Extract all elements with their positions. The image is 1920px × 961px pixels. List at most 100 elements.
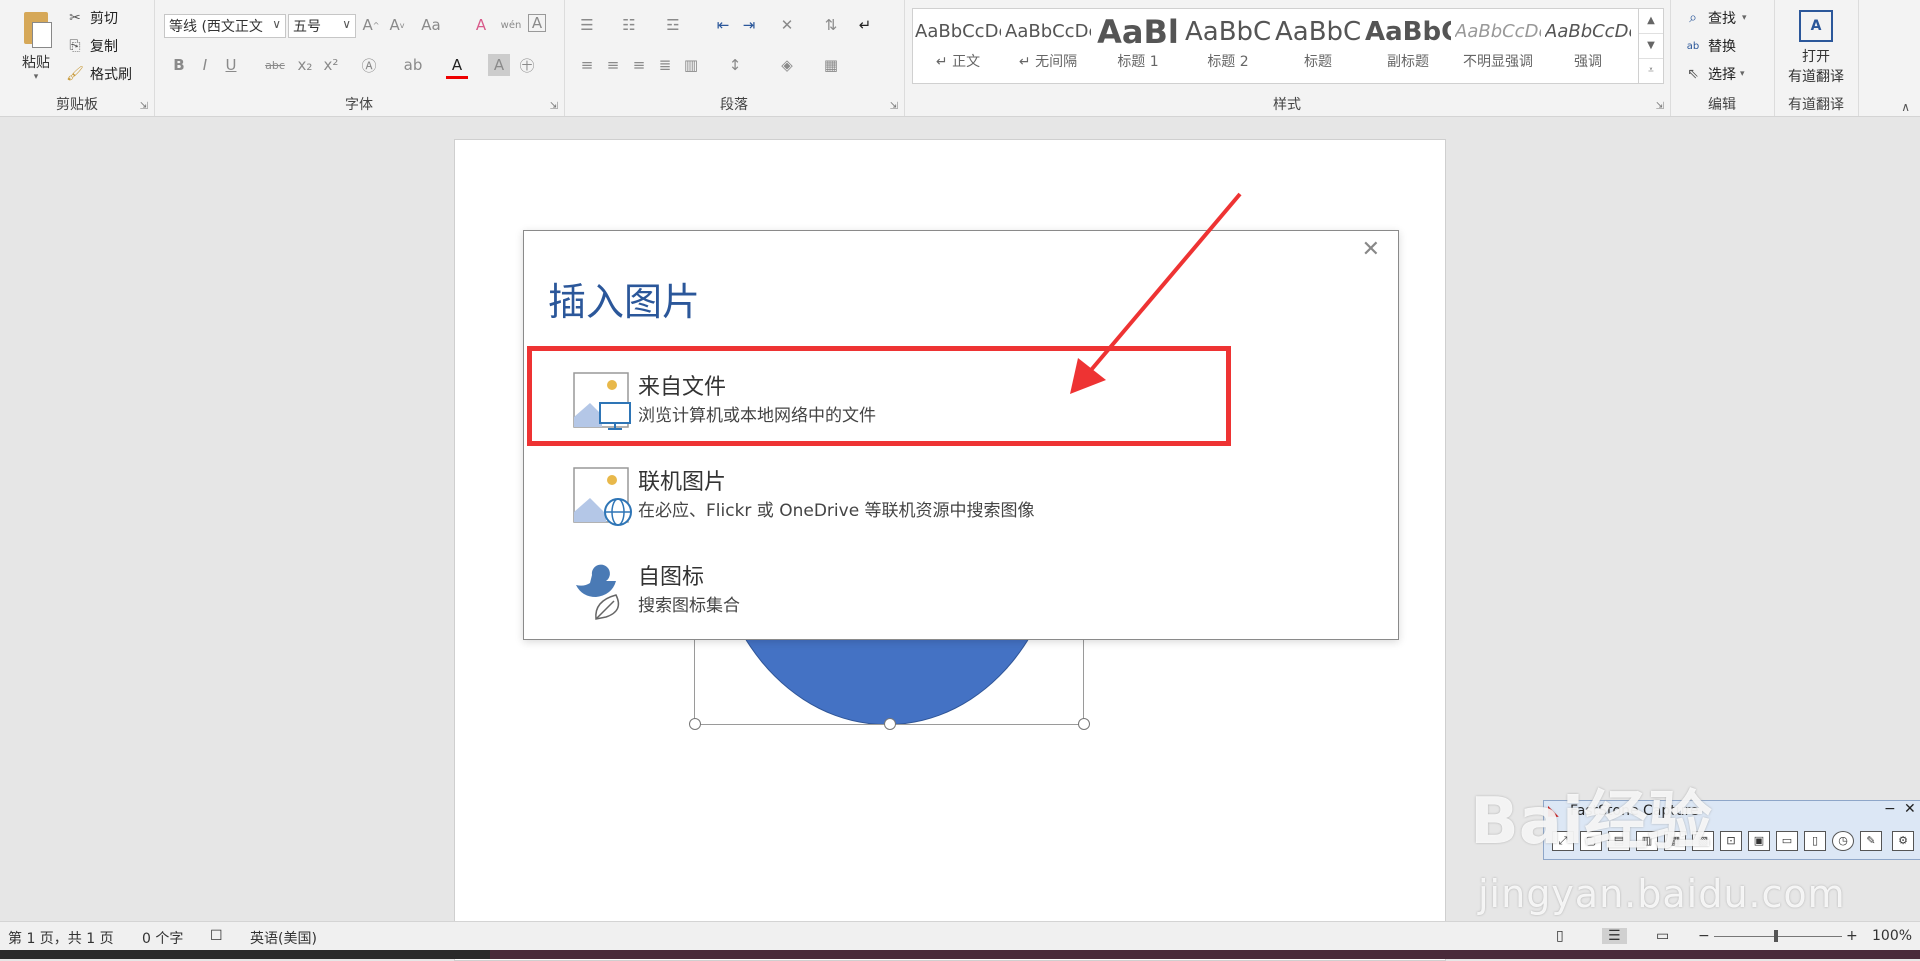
- find-button[interactable]: ⌕ 查找 ▾: [1684, 8, 1746, 28]
- clear-format-icon[interactable]: A: [470, 14, 492, 36]
- font-color-icon[interactable]: A: [446, 54, 468, 79]
- cut-button[interactable]: ✂ 剪切: [66, 8, 118, 28]
- close-icon[interactable]: ✕: [1904, 801, 1916, 817]
- shrink-font-icon[interactable]: Av: [386, 14, 408, 36]
- italic-icon[interactable]: I: [194, 54, 216, 76]
- zoom-out-icon[interactable]: −: [1698, 928, 1710, 944]
- editing-group-label: 编辑: [1708, 97, 1736, 113]
- read-mode-icon[interactable]: ▯: [1556, 928, 1564, 944]
- sort-icon[interactable]: ⇅: [820, 14, 842, 36]
- style-subtitle[interactable]: AaBbC 副标题: [1365, 13, 1451, 79]
- paste-label: 粘贴: [22, 55, 50, 71]
- collapse-ribbon-icon[interactable]: ∧: [1901, 100, 1910, 114]
- more-icon[interactable]: ⩡: [1639, 59, 1663, 83]
- zoom-in-icon[interactable]: +: [1846, 928, 1858, 944]
- paste-icon: [20, 8, 52, 48]
- select-button[interactable]: ⇖ 选择 ▾: [1684, 64, 1744, 84]
- font-name-select[interactable]: 等线 (西文正文 ∨: [164, 14, 286, 38]
- char-shading-icon[interactable]: A: [488, 54, 510, 76]
- zoom-thumb[interactable]: [1774, 930, 1778, 942]
- increase-indent-icon[interactable]: ⇥: [738, 14, 760, 36]
- superscript-icon[interactable]: x²: [320, 54, 342, 76]
- align-right-icon[interactable]: ≡: [628, 54, 650, 76]
- zoom-slider[interactable]: [1714, 936, 1842, 937]
- minimize-icon[interactable]: −: [1884, 801, 1896, 817]
- zoom-level[interactable]: 100%: [1872, 928, 1912, 944]
- borders-icon[interactable]: ▦: [820, 54, 842, 76]
- styles-gallery-scroll[interactable]: ▲ ▼ ⩡: [1638, 8, 1664, 84]
- show-marks-icon[interactable]: ↵: [854, 14, 876, 36]
- capture-video-icon[interactable]: ▣: [1748, 831, 1770, 851]
- style-heading-2[interactable]: AaBbC 标题 2: [1185, 13, 1271, 79]
- align-left-icon[interactable]: ≡: [576, 54, 598, 76]
- output-icon[interactable]: ✎: [1860, 831, 1882, 851]
- highlight-icon[interactable]: ab: [402, 54, 424, 76]
- option-desc: 搜索图标集合: [638, 596, 740, 616]
- chinese-layout-icon[interactable]: ✕: [776, 14, 798, 36]
- word-count[interactable]: 0 个字: [142, 928, 183, 948]
- ribbon: 粘贴 ▾ ✂ 剪切 ⎘ 复制 🖌 格式刷 剪贴板 ⇲ 等线 (西文正文 ∨ 五号…: [0, 0, 1920, 117]
- decrease-indent-icon[interactable]: ⇤: [712, 14, 734, 36]
- timer-icon[interactable]: ◷: [1832, 831, 1854, 851]
- line-spacing-icon[interactable]: ↕: [724, 54, 746, 76]
- numbering-icon[interactable]: ☷: [618, 14, 640, 36]
- option-online-pictures[interactable]: 联机图片 在必应、Flickr 或 OneDrive 等联机资源中搜索图像: [544, 452, 1324, 538]
- multilevel-list-icon[interactable]: ☲: [662, 14, 684, 36]
- chevron-down-icon[interactable]: ▼: [1639, 34, 1663, 59]
- resize-handle[interactable]: [1078, 718, 1090, 730]
- replace-button[interactable]: ab 替换: [1684, 36, 1736, 56]
- capture-menu-icon[interactable]: ▭: [1776, 831, 1798, 851]
- text-effects-icon[interactable]: Ⓐ: [358, 54, 380, 76]
- grow-font-icon[interactable]: A ^: [360, 14, 382, 36]
- change-case-icon[interactable]: Aa: [420, 14, 442, 36]
- language[interactable]: 英语(美国): [250, 928, 317, 948]
- style-no-spacing[interactable]: AaBbCcDc ↵ 无间隔: [1005, 13, 1091, 79]
- resize-handle[interactable]: [884, 718, 896, 730]
- justify-icon[interactable]: ≣: [654, 54, 676, 76]
- subscript-icon[interactable]: x₂: [294, 54, 316, 76]
- capture-fixed-icon[interactable]: ⊡: [1720, 831, 1742, 851]
- close-icon[interactable]: ✕: [1362, 237, 1380, 262]
- font-size-select[interactable]: 五号 ∨: [288, 14, 356, 38]
- paste-button[interactable]: 粘贴 ▾: [14, 8, 58, 82]
- bold-icon[interactable]: B: [168, 54, 190, 76]
- dialog-launcher-icon[interactable]: ⇲: [140, 101, 148, 112]
- translate-icon: A: [1799, 10, 1833, 42]
- style-heading-1[interactable]: AaBl 标题 1: [1095, 13, 1181, 79]
- distributed-icon[interactable]: ▥: [680, 54, 702, 76]
- web-layout-icon[interactable]: ▭: [1656, 928, 1669, 944]
- strikethrough-icon[interactable]: abc: [264, 54, 286, 76]
- clipboard-group: 粘贴 ▾ ✂ 剪切 ⎘ 复制 🖌 格式刷 剪贴板 ⇲: [0, 0, 155, 116]
- underline-icon[interactable]: U: [220, 54, 242, 76]
- replace-label: 替换: [1708, 39, 1736, 55]
- dialog-launcher-icon[interactable]: ⇲: [890, 101, 898, 112]
- phonetic-guide-icon[interactable]: wén: [500, 14, 522, 36]
- shading-icon[interactable]: ◈: [776, 54, 798, 76]
- proofing-icon[interactable]: ☐: [210, 928, 223, 944]
- resize-handle[interactable]: [689, 718, 701, 730]
- format-painter-label: 格式刷: [90, 67, 132, 83]
- replace-icon: ab: [1686, 40, 1700, 52]
- bullets-icon[interactable]: ☰: [576, 14, 598, 36]
- font-name-value: 等线 (西文正文: [169, 19, 263, 35]
- option-icons[interactable]: 自图标 搜索图标集合: [544, 547, 1324, 633]
- copy-button[interactable]: ⎘ 复制: [66, 36, 118, 56]
- style-title[interactable]: AaBbC 标题: [1275, 13, 1361, 79]
- char-border-icon[interactable]: A: [528, 14, 546, 32]
- align-center-icon[interactable]: ≡: [602, 54, 624, 76]
- page-info[interactable]: 第 1 页，共 1 页: [8, 928, 114, 948]
- format-painter-button[interactable]: 🖌 格式刷: [66, 64, 132, 84]
- settings-icon[interactable]: ⚙: [1892, 831, 1914, 851]
- style-normal[interactable]: AaBbCcDc ↵ 正文: [915, 13, 1001, 79]
- dialog-launcher-icon[interactable]: ⇲: [550, 101, 558, 112]
- dialog-launcher-icon[interactable]: ⇲: [1656, 101, 1664, 112]
- watermark-logo: Bai经验: [1470, 785, 1712, 859]
- capture-screen-icon[interactable]: ▯: [1804, 831, 1826, 851]
- print-layout-icon[interactable]: ☰: [1602, 928, 1627, 944]
- youdao-open-button[interactable]: A 打开 有道翻译: [1774, 10, 1858, 86]
- enclose-char-icon[interactable]: ㊉: [516, 54, 538, 76]
- chevron-up-icon[interactable]: ▲: [1639, 9, 1663, 34]
- style-emphasis[interactable]: AaBbCcDc 强调: [1545, 13, 1631, 79]
- find-label: 查找: [1708, 11, 1736, 27]
- style-subtle-emphasis[interactable]: AaBbCcDc 不明显强调: [1455, 13, 1541, 79]
